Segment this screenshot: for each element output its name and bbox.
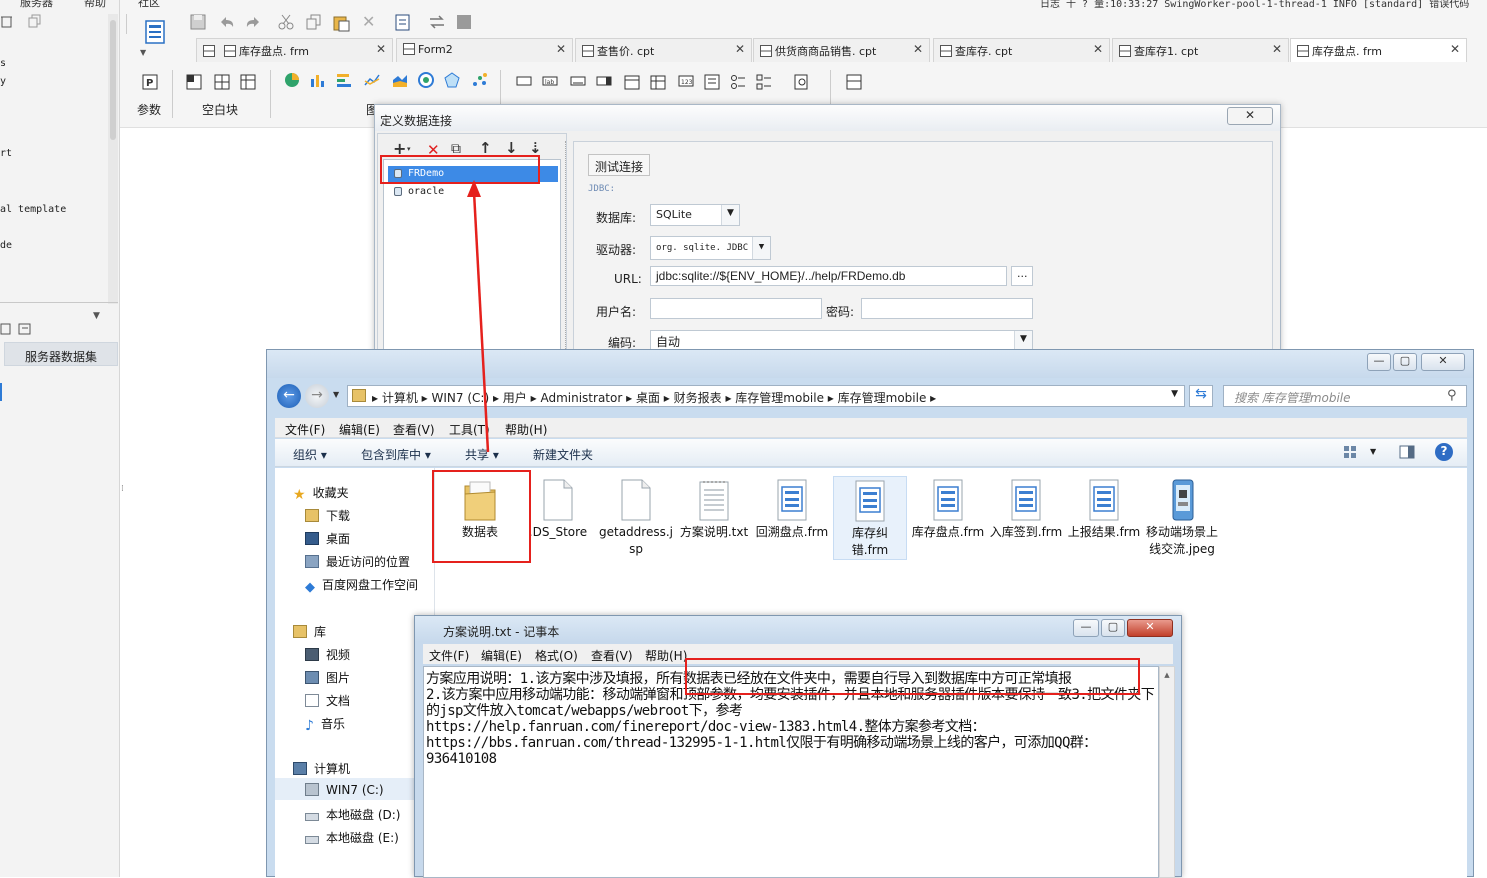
notepad-scrollbar[interactable]: ▲	[1159, 666, 1175, 878]
notepad-title: 方案说明.txt - 记事本	[415, 616, 1181, 642]
menu-format[interactable]: 格式(O)	[535, 647, 578, 664]
menu-edit[interactable]: 编辑(E)	[481, 647, 522, 664]
menu-file[interactable]: 文件(F)	[429, 647, 469, 664]
highlight-import-note	[685, 658, 1140, 695]
menu-help[interactable]: 帮助(H)	[645, 647, 687, 664]
close-button[interactable]: ✕	[1127, 619, 1173, 637]
scroll-up-icon[interactable]: ▲	[1160, 671, 1174, 679]
notepad-text-area[interactable]: 方案应用说明：1.该方案中涉及填报，所有数据表已经放在文件夹中，需要自行导入到数…	[423, 666, 1159, 878]
notepad-window: 方案说明.txt - 记事本 — ▢ ✕ 文件(F) 编辑(E) 格式(O) 查…	[414, 615, 1182, 878]
minimize-button[interactable]: —	[1073, 619, 1099, 637]
maximize-button[interactable]: ▢	[1101, 619, 1125, 637]
menu-view[interactable]: 查看(V)	[591, 647, 633, 664]
